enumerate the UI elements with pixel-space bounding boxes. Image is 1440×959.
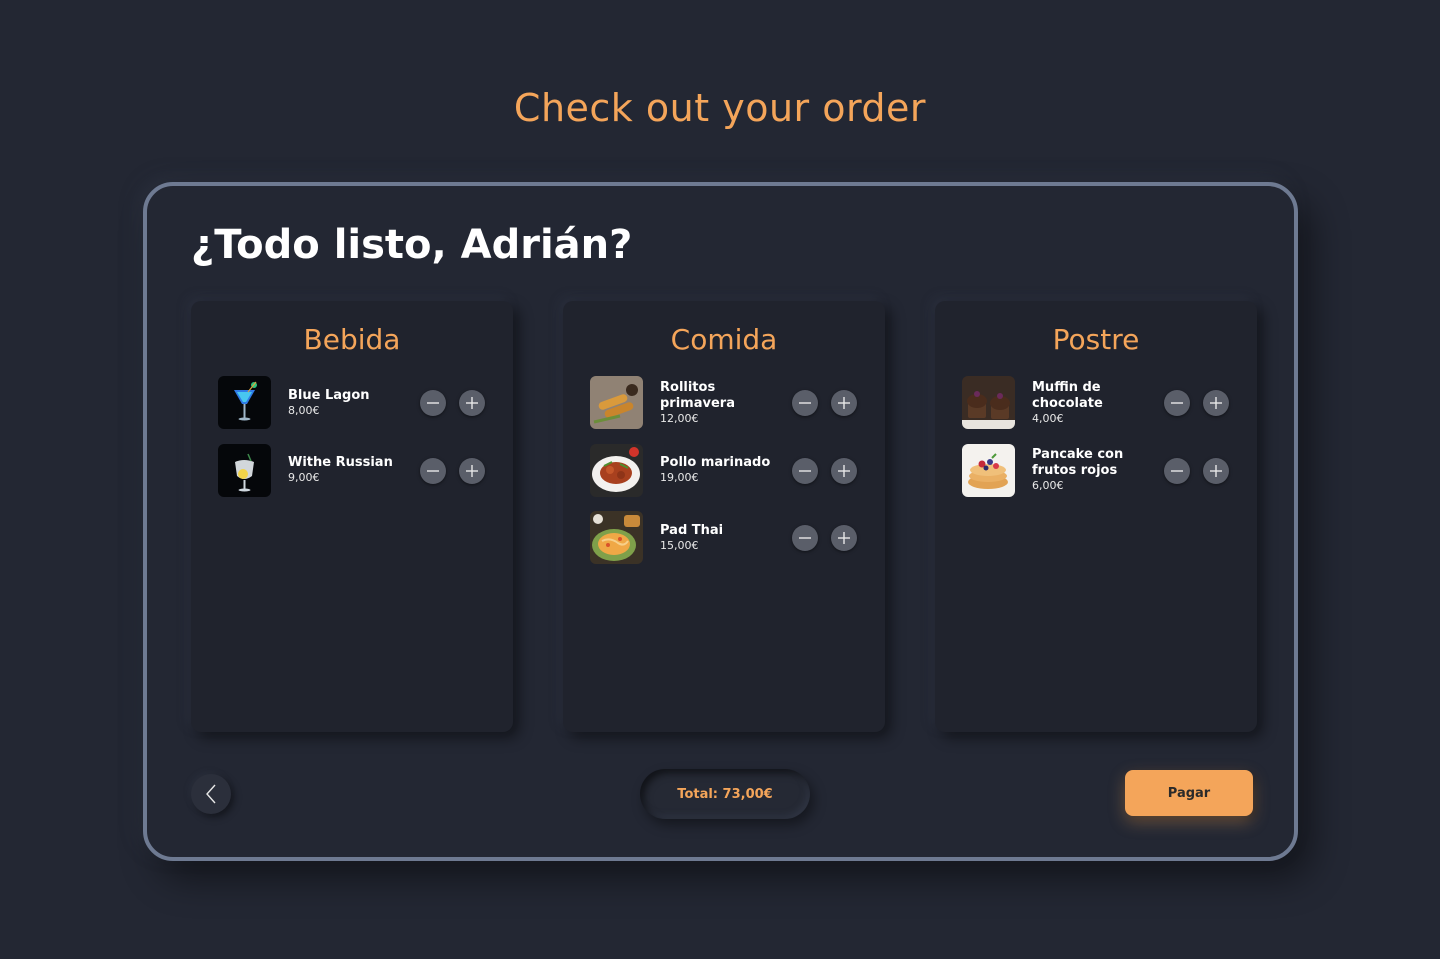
item-image <box>590 443 643 497</box>
plus-icon <box>838 397 850 409</box>
minus-icon <box>799 469 811 472</box>
plus-icon <box>1210 397 1222 409</box>
item-image <box>218 376 271 429</box>
decrease-quantity-button[interactable] <box>420 390 446 416</box>
increase-quantity-button[interactable] <box>1203 390 1229 416</box>
pay-button[interactable]: Pagar <box>1125 770 1253 816</box>
plus-icon <box>466 464 478 477</box>
item-image <box>590 511 643 564</box>
increase-quantity-button[interactable] <box>459 390 485 416</box>
item-name: Blue Lagon <box>288 387 370 403</box>
minus-icon <box>427 469 439 472</box>
item-name: Pollo marinado <box>660 455 771 470</box>
page-title: Check out your order <box>513 86 927 130</box>
plus-icon <box>1210 464 1222 477</box>
order-item: Blue Lagon 8,00€ <box>218 376 488 429</box>
item-name: Muffin de chocolate <box>1032 379 1103 411</box>
item-name: Withe Russian <box>288 455 393 470</box>
increase-quantity-button[interactable] <box>831 457 857 484</box>
decrease-quantity-button[interactable] <box>792 457 818 484</box>
category-card-comida: Comida Rollitos primavera 12,00€ Pollo m… <box>563 301 885 732</box>
greeting-heading: ¿Todo listo, Adrián? <box>191 222 633 268</box>
minus-icon <box>799 537 811 539</box>
item-price: 15,00€ <box>660 538 699 552</box>
minus-icon <box>1171 469 1183 472</box>
increase-quantity-button[interactable] <box>831 390 857 416</box>
item-price: 6,00€ <box>1032 479 1064 492</box>
item-name: Pancake con frutos rojos <box>1032 447 1124 478</box>
increase-quantity-button[interactable] <box>1203 457 1229 484</box>
minus-icon <box>799 402 811 404</box>
item-name: Pad Thai <box>660 522 724 538</box>
item-image <box>590 376 643 429</box>
minus-icon <box>427 402 439 404</box>
decrease-quantity-button[interactable] <box>1164 390 1190 416</box>
category-card-postre: Postre Muffin de chocolate 4,00€ Pancake <box>935 301 1257 732</box>
increase-quantity-button[interactable] <box>831 525 857 551</box>
category-title: Comida <box>670 323 778 356</box>
item-name: Rollitos primavera <box>660 379 735 411</box>
plus-icon <box>466 397 478 409</box>
decrease-quantity-button[interactable] <box>792 525 818 551</box>
item-price: 19,00€ <box>660 471 699 484</box>
item-image <box>962 376 1015 429</box>
item-price: 9,00€ <box>288 471 320 484</box>
decrease-quantity-button[interactable] <box>1164 457 1190 484</box>
plus-icon <box>838 464 850 477</box>
item-image <box>218 443 271 497</box>
item-price: 8,00€ <box>288 403 320 417</box>
back-button[interactable] <box>191 774 231 814</box>
category-card-bebida: Bebida Blue Lagon 8,00€ Withe Russian 9,… <box>191 301 513 732</box>
increase-quantity-button[interactable] <box>459 457 485 484</box>
decrease-quantity-button[interactable] <box>792 390 818 416</box>
order-item: Withe Russian 9,00€ <box>218 443 488 497</box>
checkout-panel: ¿Todo listo, Adrián? Bebida Blue Lagon 8… <box>143 182 1298 861</box>
minus-icon <box>1171 402 1183 404</box>
category-title: Postre <box>1052 323 1140 356</box>
order-item: Muffin de chocolate 4,00€ <box>962 376 1232 429</box>
order-total: Total: 73,00€ <box>640 769 810 819</box>
order-item: Pancake con frutos rojos 6,00€ <box>962 443 1232 497</box>
item-price: 4,00€ <box>1032 411 1064 425</box>
order-item: Pad Thai 15,00€ <box>590 511 860 564</box>
plus-icon <box>838 532 850 544</box>
order-item: Rollitos primavera 12,00€ <box>590 376 860 429</box>
category-title: Bebida <box>303 323 401 356</box>
order-item: Pollo marinado 19,00€ <box>590 443 860 497</box>
item-image <box>962 443 1015 497</box>
decrease-quantity-button[interactable] <box>420 457 446 484</box>
item-price: 12,00€ <box>660 411 699 425</box>
chevron-left-icon <box>206 784 216 804</box>
